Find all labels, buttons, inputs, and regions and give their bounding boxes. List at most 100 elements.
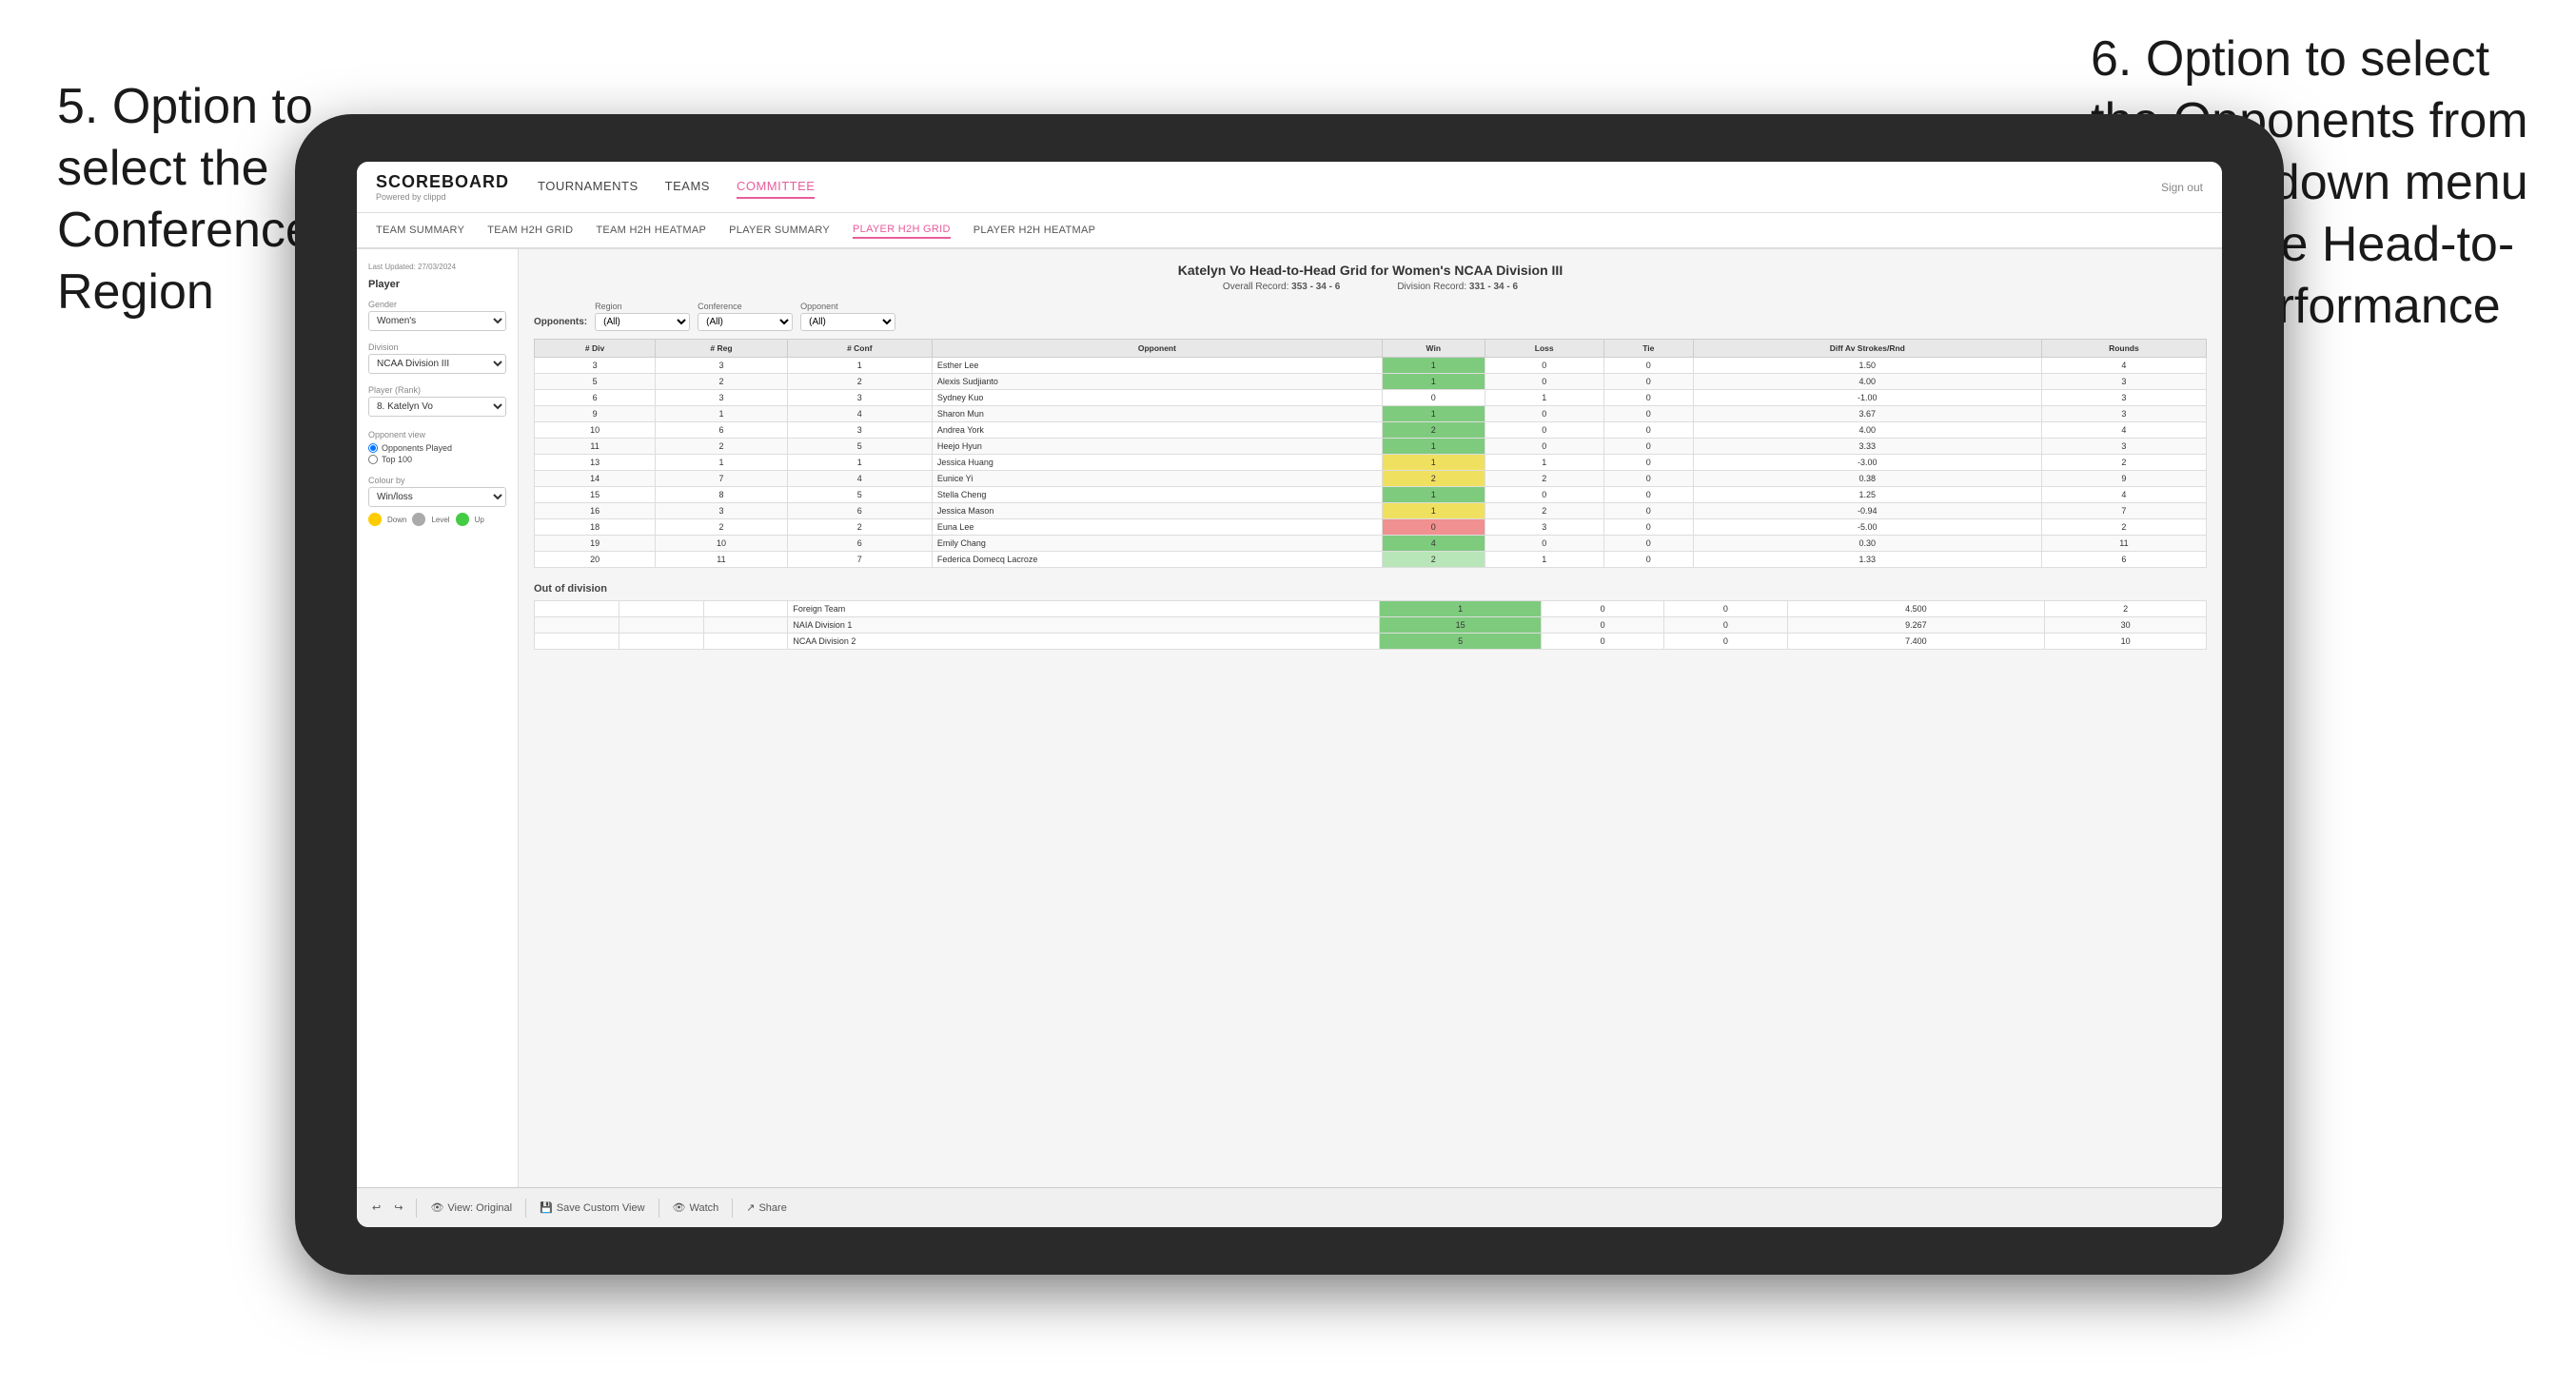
radio-top-100[interactable]: Top 100 (368, 455, 506, 464)
watch-label: Watch (689, 1202, 718, 1214)
table-row: 1822Euna Lee030-5.002 (535, 519, 2207, 536)
table-cell: 1 (1382, 439, 1485, 455)
table-row: 914Sharon Mun1003.673 (535, 406, 2207, 422)
region-filter-select[interactable]: (All) (595, 313, 690, 331)
colour-by-select[interactable]: Win/loss (368, 487, 506, 507)
table-cell: 0 (1603, 374, 1693, 390)
table-cell: 0 (1485, 406, 1603, 422)
table-cell: 3 (535, 358, 656, 374)
table-cell (703, 601, 788, 617)
table-cell: 15 (1380, 617, 1542, 634)
subnav-team-h2h-grid[interactable]: TEAM H2H GRID (487, 223, 573, 238)
table-row: NCAA Division 25007.40010 (535, 634, 2207, 650)
table-cell: 5 (1380, 634, 1542, 650)
share-btn[interactable]: ↗ Share (746, 1201, 787, 1214)
toolbar-sep-4 (732, 1199, 733, 1218)
region-filter-group: Region (All) (595, 302, 690, 331)
h2h-table: # Div # Reg # Conf Opponent Win Loss Tie… (534, 339, 2207, 568)
table-cell: 10 (535, 422, 656, 439)
conference-filter-label: Conference (698, 302, 793, 311)
table-cell: Heejo Hyun (932, 439, 1382, 455)
watch-btn[interactable]: 👁 Watch (673, 1201, 719, 1214)
watch-icon: 👁 (673, 1201, 686, 1214)
logo: SCOREBOARD Powered by clippd (376, 172, 509, 202)
table-cell: 2 (1382, 422, 1485, 439)
opponent-filter-select[interactable]: (All) (800, 313, 895, 331)
table-cell: Eunice Yi (932, 471, 1382, 487)
table-row: 633Sydney Kuo010-1.003 (535, 390, 2207, 406)
swatch-up-label: Up (475, 516, 484, 524)
view-original-btn[interactable]: 👁 View: Original (430, 1201, 512, 1214)
table-cell: 0 (1603, 519, 1693, 536)
col-tie: Tie (1603, 340, 1693, 358)
table-cell: 0 (1603, 552, 1693, 568)
overall-record-label: Overall Record: 353 - 34 - 6 (1223, 282, 1340, 292)
overall-record-value: 353 - 34 - 6 (1291, 282, 1340, 292)
table-row: 1585Stella Cheng1001.254 (535, 487, 2207, 503)
radio-opponents-played[interactable]: Opponents Played (368, 443, 506, 453)
table-cell: 2 (656, 374, 788, 390)
save-custom-btn[interactable]: 💾 Save Custom View (540, 1201, 644, 1214)
table-cell: NAIA Division 1 (788, 617, 1380, 634)
table-cell: 20 (535, 552, 656, 568)
table-cell: 0 (1541, 617, 1663, 634)
table-cell (619, 601, 703, 617)
table-cell: 3 (2041, 439, 2206, 455)
last-updated: Last Updated: 27/03/2024 (368, 263, 506, 271)
conference-filter-select[interactable]: (All) (698, 313, 793, 331)
sidebar-gender-label: Gender (368, 300, 506, 309)
subnav-team-h2h-heatmap[interactable]: TEAM H2H HEATMAP (596, 223, 706, 238)
swatch-down-label: Down (387, 516, 406, 524)
table-cell: 0 (1603, 536, 1693, 552)
view-icon: 👁 (430, 1201, 443, 1214)
col-conf: # Conf (787, 340, 932, 358)
table-cell: 0 (1664, 601, 1787, 617)
subnav-player-summary[interactable]: PLAYER SUMMARY (729, 223, 830, 238)
table-cell: 2 (1382, 552, 1485, 568)
table-cell: 1 (787, 358, 932, 374)
sign-out-link[interactable]: Sign out (2161, 181, 2203, 194)
table-row: NAIA Division 115009.26730 (535, 617, 2207, 634)
swatch-level (412, 513, 425, 526)
division-select[interactable]: NCAA Division III (368, 354, 506, 374)
table-row: 1063Andrea York2004.004 (535, 422, 2207, 439)
table-cell: 5 (787, 439, 932, 455)
table-cell: 0 (1664, 634, 1787, 650)
col-reg: # Reg (656, 340, 788, 358)
col-loss: Loss (1485, 340, 1603, 358)
player-rank-select[interactable]: 8. Katelyn Vo (368, 397, 506, 417)
table-row: 1474Eunice Yi2200.389 (535, 471, 2207, 487)
table-cell: 15 (535, 487, 656, 503)
table-cell: 1.33 (1693, 552, 2041, 568)
undo-btn[interactable]: ↩ (372, 1201, 381, 1214)
opponents-filter-label: Opponents: (534, 317, 587, 331)
table-cell: 1 (1382, 374, 1485, 390)
table-cell: 1 (656, 455, 788, 471)
table-cell: 0 (1664, 617, 1787, 634)
subnav-team-summary[interactable]: TEAM SUMMARY (376, 223, 464, 238)
nav-teams[interactable]: TEAMS (665, 175, 710, 199)
swatch-level-label: Level (431, 516, 449, 524)
table-cell: Sharon Mun (932, 406, 1382, 422)
table-cell: 9.267 (1787, 617, 2045, 634)
table-cell: 4 (1382, 536, 1485, 552)
redo-btn[interactable]: ↪ (394, 1201, 403, 1214)
logo-text: SCOREBOARD (376, 172, 509, 192)
tablet-screen: SCOREBOARD Powered by clippd TOURNAMENTS… (357, 162, 2222, 1227)
col-diff: Diff Av Strokes/Rnd (1693, 340, 2041, 358)
table-cell: 4 (787, 471, 932, 487)
table-cell: 0 (1485, 439, 1603, 455)
nav-committee[interactable]: COMMITTEE (737, 175, 816, 199)
table-cell: Esther Lee (932, 358, 1382, 374)
table-cell: 3.33 (1693, 439, 2041, 455)
table-cell: -1.00 (1693, 390, 2041, 406)
sidebar-division-label: Division (368, 342, 506, 352)
subnav-player-h2h-heatmap[interactable]: PLAYER H2H HEATMAP (973, 223, 1095, 238)
table-cell: 2 (1485, 471, 1603, 487)
gender-select[interactable]: Women's (368, 311, 506, 331)
table-row: 19106Emily Chang4000.3011 (535, 536, 2207, 552)
nav-tournaments[interactable]: TOURNAMENTS (538, 175, 639, 199)
sidebar-player-title: Player (368, 279, 506, 290)
table-cell: 3 (2041, 406, 2206, 422)
subnav-player-h2h-grid[interactable]: PLAYER H2H GRID (853, 222, 951, 239)
